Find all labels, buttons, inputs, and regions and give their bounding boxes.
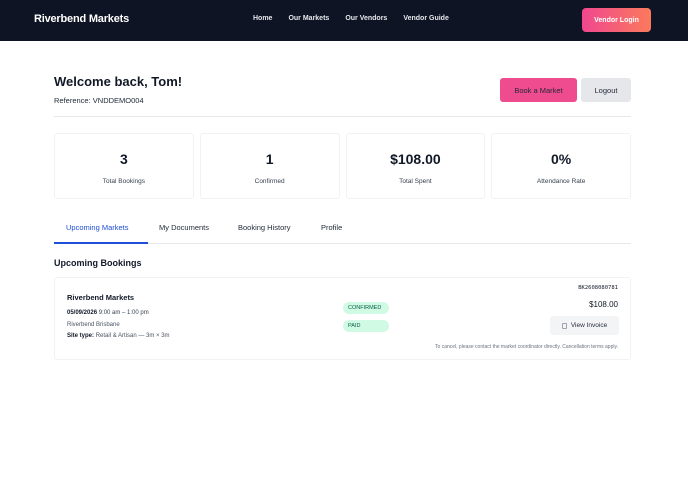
nav-link-home[interactable]: Home (253, 15, 272, 22)
view-invoice-label: View Invoice (570, 322, 608, 329)
stats-row: 3 Total Bookings 1 Confirmed $108.00 Tot… (54, 133, 631, 199)
booking-location: Riverbend Brisbane (67, 322, 120, 328)
site-type-label: Site type: (67, 333, 95, 339)
page-title: Welcome back, Tom! (54, 74, 183, 89)
section-title: Upcoming Bookings (54, 258, 142, 268)
nav-link-vendor-guide[interactable]: Vendor Guide (403, 15, 449, 22)
booking-market-name: Riverbend Markets (67, 293, 135, 302)
cancellation-note: To cancel, please contact the market coo… (435, 344, 618, 350)
stat-card-total-bookings: 3 Total Bookings (54, 133, 194, 199)
stat-card-attendance-rate: 0% Attendance Rate (491, 133, 631, 199)
brand-logo[interactable]: Riverbend Markets (34, 13, 129, 25)
stat-value: 3 (119, 151, 128, 167)
site-type-value: Retail & Artisan — 3m × 3m (95, 333, 170, 339)
stat-value: 1 (265, 151, 274, 167)
stat-card-total-spent: $108.00 Total Spent (345, 133, 486, 199)
booking-datetime: 05/09/2026 9:00 am – 1:00 pm (67, 310, 149, 316)
tab-profile[interactable]: Profile (321, 223, 342, 232)
nav-link-our-vendors[interactable]: Our Vendors (345, 15, 387, 22)
stat-label: Attendance Rate (536, 178, 586, 185)
view-invoice-button[interactable]: View Invoice (550, 316, 619, 335)
vendor-login-button[interactable]: Vendor Login (582, 8, 651, 32)
stat-card-confirmed: 1 Confirmed (199, 133, 340, 199)
booking-card: Riverbend Markets 05/09/2026 9:00 am – 1… (54, 277, 631, 360)
stat-value: 0% (551, 151, 572, 167)
header-divider (54, 116, 631, 117)
status-badge-confirmed: CONFIRMED (343, 302, 389, 314)
document-icon (561, 322, 567, 329)
stat-label: Confirmed (254, 178, 285, 185)
stat-label: Total Bookings (102, 178, 146, 185)
nav-link-our-markets[interactable]: Our Markets (288, 15, 329, 22)
nav-links: Home Our Markets Our Vendors Vendor Guid… (253, 15, 465, 22)
logout-button[interactable]: Logout (581, 78, 631, 102)
booking-site-type: Site type: Retail & Artisan — 3m × 3m (67, 333, 170, 339)
book-market-button[interactable]: Book a Market (500, 78, 577, 102)
tab-bar: Upcoming Markets My Documents Booking Hi… (54, 216, 631, 244)
booking-time: 9:00 am – 1:00 pm (98, 310, 149, 316)
stat-label: Total Spent (399, 178, 432, 185)
booking-date: 05/09/2026 (67, 310, 98, 316)
tab-booking-history[interactable]: Booking History (238, 223, 291, 232)
status-badge-paid: PAID (343, 320, 389, 332)
reference-text: Reference: VNDDEMO004 (54, 96, 144, 105)
tab-my-documents[interactable]: My Documents (159, 223, 209, 232)
active-tab-indicator (54, 242, 148, 244)
stat-value: $108.00 (390, 151, 441, 167)
booking-amount: $108.00 (589, 300, 618, 309)
tab-upcoming-markets[interactable]: Upcoming Markets (66, 223, 129, 232)
booking-reference: BK2608080781 (578, 285, 618, 291)
top-nav: Riverbend Markets Home Our Markets Our V… (0, 0, 688, 41)
